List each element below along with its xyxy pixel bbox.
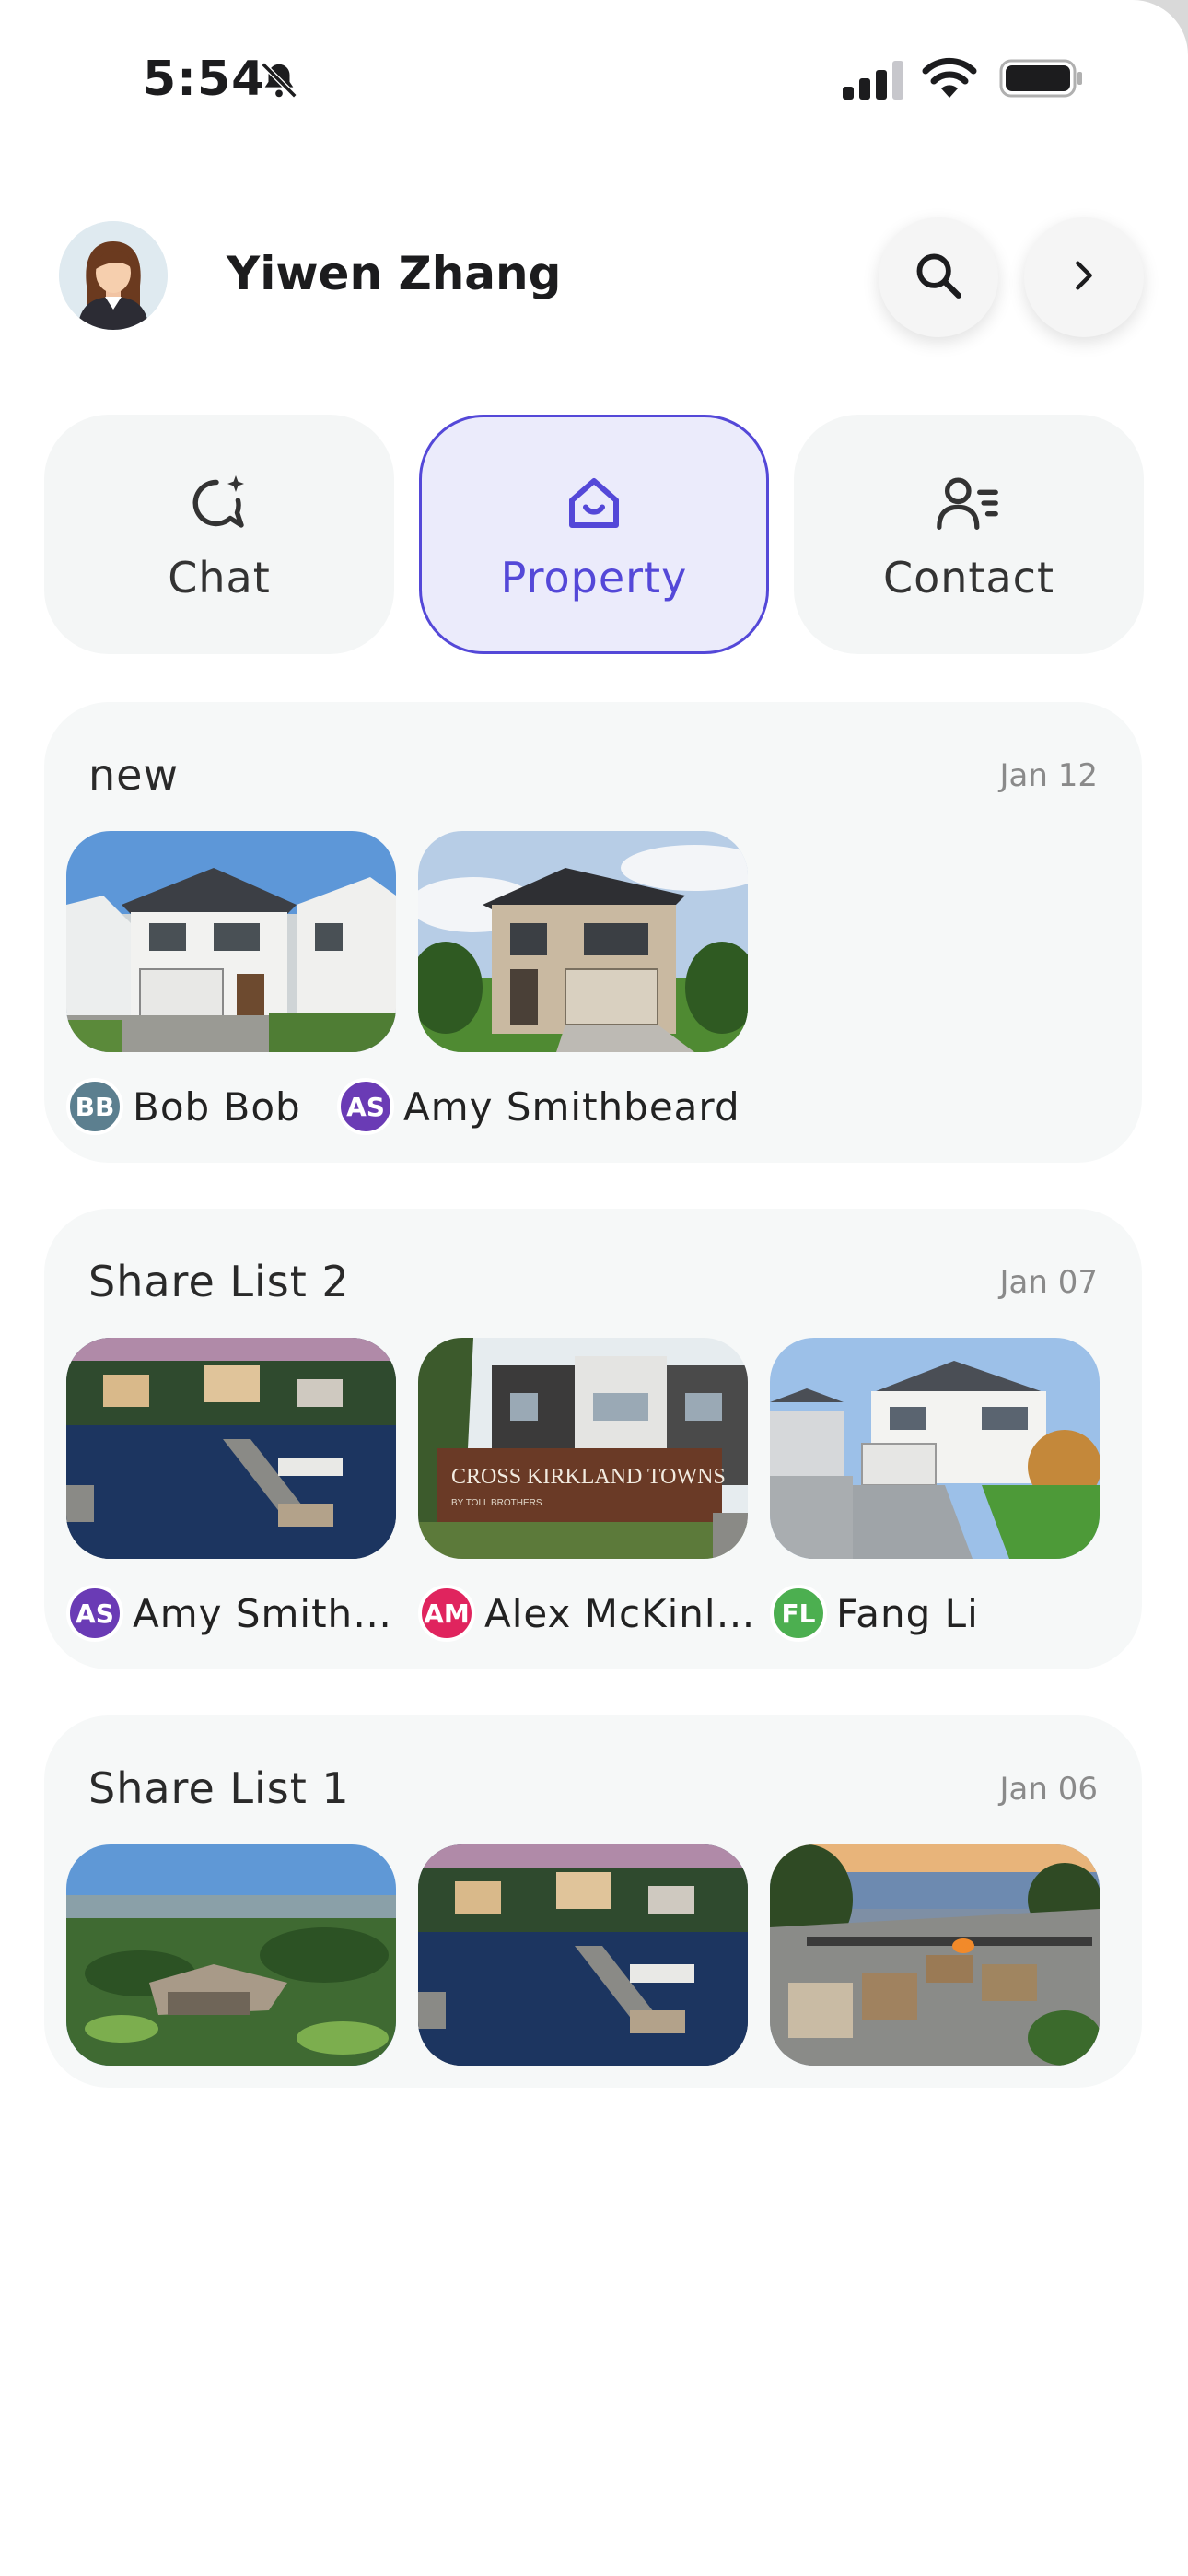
sharer-name: Alex McKinl… (484, 1590, 756, 1636)
sharer-initials-avatar: AS (337, 1078, 394, 1135)
tab-chat-label: Chat (168, 553, 271, 603)
sign-title: CROSS KIRKLAND TOWNS (451, 1465, 726, 1489)
sharer-initials-avatar: BB (66, 1078, 123, 1135)
tab-chat[interactable]: Chat (44, 415, 394, 654)
property-photo[interactable]: CROSS KIRKLAND TOWNS BY TOLL BROTHERS (418, 1338, 748, 1559)
sharer-name: Bob Bob (133, 1083, 301, 1130)
list-date: Jan 07 (999, 1264, 1098, 1301)
sharer-chip: AM Alex McKinl… (418, 1585, 756, 1642)
home-icon (561, 466, 627, 540)
property-photo[interactable] (66, 831, 396, 1052)
property-photo[interactable] (418, 831, 748, 1052)
tab-property[interactable]: Property (419, 415, 769, 654)
sharer-name: Amy Smith… (133, 1590, 393, 1636)
battery-icon (999, 59, 1084, 101)
sharer-initials-avatar: FL (770, 1585, 827, 1642)
forward-button[interactable] (1024, 217, 1144, 337)
list-title: Share List 1 (88, 1763, 350, 1813)
share-list-card[interactable]: Share List 1 Jan 06 (44, 1715, 1142, 2088)
list-title: new (88, 750, 180, 800)
wifi-icon (921, 57, 978, 103)
property-photo[interactable] (418, 1844, 748, 2066)
list-title: Share List 2 (88, 1257, 350, 1306)
share-list-card[interactable]: Share List 2 Jan 07 CROSS KIRKLAND TOWNS… (44, 1209, 1142, 1669)
tab-contact[interactable]: Contact (794, 415, 1144, 654)
cellular-signal-icon (843, 61, 903, 103)
property-photo[interactable] (66, 1844, 396, 2066)
contact-list-icon (934, 466, 1004, 540)
tab-contact-label: Contact (883, 553, 1054, 603)
status-time: 5:54 (143, 52, 266, 107)
property-photo[interactable] (770, 1844, 1100, 2066)
list-date: Jan 06 (999, 1771, 1098, 1808)
bell-muted-icon (258, 59, 300, 105)
sharer-chip: FL Fang Li (770, 1585, 979, 1642)
sharer-initials-avatar: AM (418, 1585, 475, 1642)
app-screen: 5:54 Yiwen Zhang Chat Property Contact n… (0, 0, 1188, 2576)
property-photo[interactable] (770, 1338, 1100, 1559)
user-name: Yiwen Zhang (227, 247, 562, 300)
sharer-chip: AS Amy Smithbeard (337, 1078, 740, 1135)
sharer-chip: BB Bob Bob (66, 1078, 301, 1135)
property-photo[interactable] (66, 1338, 396, 1559)
chevron-right-icon (1066, 257, 1102, 298)
user-avatar[interactable] (59, 221, 168, 330)
tab-property-label: Property (500, 553, 688, 603)
sharer-initials-avatar: AS (66, 1585, 123, 1642)
sharer-name: Amy Smithbeard (403, 1083, 740, 1130)
share-list-card[interactable]: new Jan 12 BB Bob Bob AS Amy Smithbeard (44, 702, 1142, 1163)
list-date: Jan 12 (999, 757, 1098, 794)
chat-sparkle-icon (186, 466, 252, 540)
sharer-name: Fang Li (836, 1590, 979, 1636)
search-icon (912, 249, 965, 306)
search-button[interactable] (879, 217, 998, 337)
sharer-chip: AS Amy Smith… (66, 1585, 392, 1642)
sign-subtitle: BY TOLL BROTHERS (451, 1498, 542, 1508)
